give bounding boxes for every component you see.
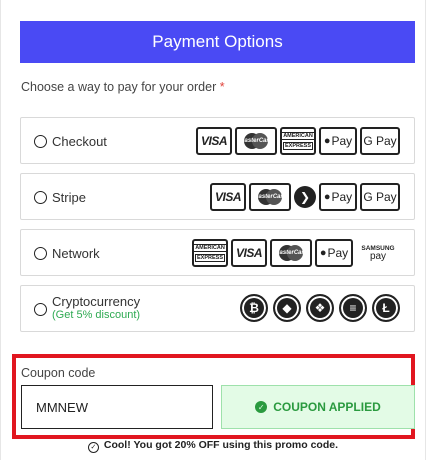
coupon-applied-button[interactable]: ✓ COUPON APPLIED bbox=[221, 385, 415, 429]
samsung-text-2: pay bbox=[369, 251, 387, 262]
page-left-edge bbox=[0, 0, 1, 460]
crypto-icons: ₿ ◆ ❖ ≡ Ł bbox=[240, 294, 400, 322]
option-label-crypto: Cryptocurrency bbox=[52, 294, 141, 309]
apple-pay-icon: ● Pay bbox=[315, 239, 353, 267]
coupon-success-text: Cool! You got 20% OFF using this promo c… bbox=[103, 439, 339, 451]
coupon-success-message: ✓ Cool! You got 20% OFF using this promo… bbox=[0, 439, 426, 453]
visa-icon: VISA bbox=[196, 127, 232, 155]
mastercard-icon: MasterCard bbox=[270, 239, 312, 267]
radio-stripe[interactable] bbox=[34, 191, 47, 204]
radio-checkout[interactable] bbox=[34, 135, 47, 148]
payment-option-crypto[interactable]: Cryptocurrency (Get 5% discount) ₿ ◆ ❖ ≡… bbox=[20, 285, 415, 332]
bitcoin-icon: ₿ bbox=[240, 294, 268, 322]
amex-text-2: EXPRESS bbox=[283, 142, 313, 150]
ethereum-icon: ◆ bbox=[273, 294, 301, 322]
stablecoin-icon: ≡ bbox=[339, 294, 367, 322]
mastercard-text: MasterCard bbox=[274, 250, 308, 256]
visa-icon: VISA bbox=[210, 183, 246, 211]
amex-text-1: AMERICAN bbox=[282, 132, 314, 140]
coupon-code-input[interactable]: MMNEW bbox=[21, 385, 213, 429]
crypto-discount-note: (Get 5% discount) bbox=[52, 309, 141, 321]
samsung-pay-icon: SAMSUNG pay bbox=[356, 239, 400, 267]
apple-pay-text: Pay bbox=[331, 134, 353, 148]
payment-prompt: Choose a way to pay for your order * bbox=[21, 80, 225, 94]
apple-pay-icon: ● Pay bbox=[319, 127, 357, 155]
radio-network[interactable] bbox=[34, 247, 47, 260]
coupon-section: Coupon code MMNEW ✓ COUPON APPLIED bbox=[12, 354, 415, 439]
card-icons-checkout: VISA MasterCard AMERICAN EXPRESS ● Pay G P… bbox=[196, 127, 400, 155]
apple-pay-text: Pay bbox=[327, 246, 349, 260]
mastercard-icon: MasterCard bbox=[249, 183, 291, 211]
google-pay-icon: G Pay bbox=[360, 127, 400, 155]
option-label-stripe: Stripe bbox=[52, 190, 86, 205]
apple-pay-icon: ● Pay bbox=[319, 183, 357, 211]
option-label-network: Network bbox=[52, 246, 100, 261]
amex-icon: AMERICAN EXPRESS bbox=[280, 127, 316, 155]
payment-option-checkout[interactable]: Checkout VISA MasterCard AMERICAN EXPRESS… bbox=[20, 117, 415, 164]
option-label-checkout: Checkout bbox=[52, 134, 107, 149]
page-title: Payment Options bbox=[20, 21, 415, 63]
card-icons-network: AMERICAN EXPRESS VISA MasterCard ● Pay SAM… bbox=[192, 239, 400, 267]
amex-text-1: AMERICAN bbox=[194, 244, 226, 252]
payment-prompt-text: Choose a way to pay for your order bbox=[21, 80, 217, 94]
litecoin-icon: Ł bbox=[372, 294, 400, 322]
arrow-right-icon: ❯ bbox=[294, 186, 316, 208]
coupon-applied-label: COUPON APPLIED bbox=[273, 400, 381, 414]
card-icons-stripe: VISA MasterCard ❯ ● Pay G Pay bbox=[210, 183, 400, 211]
amex-icon: AMERICAN EXPRESS bbox=[192, 239, 228, 267]
visa-icon: VISA bbox=[231, 239, 267, 267]
apple-pay-text: Pay bbox=[331, 190, 353, 204]
mastercard-text: MasterCard bbox=[253, 194, 287, 200]
check-circle-icon: ✓ bbox=[255, 401, 268, 413]
coupon-label: Coupon code bbox=[21, 366, 96, 380]
mastercard-text: MasterCard bbox=[239, 138, 273, 144]
radio-crypto[interactable] bbox=[34, 303, 47, 316]
amex-text-2: EXPRESS bbox=[195, 254, 225, 262]
check-circle-outline-icon: ✓ bbox=[87, 442, 99, 453]
payment-option-stripe[interactable]: Stripe VISA MasterCard ❯ ● Pay G Pay bbox=[20, 173, 415, 220]
mastercard-icon: MasterCard bbox=[235, 127, 277, 155]
required-mark: * bbox=[219, 80, 225, 94]
payment-option-network[interactable]: Network AMERICAN EXPRESS VISA MasterCard … bbox=[20, 229, 415, 276]
google-pay-icon: G Pay bbox=[360, 183, 400, 211]
bnb-icon: ❖ bbox=[306, 294, 334, 322]
